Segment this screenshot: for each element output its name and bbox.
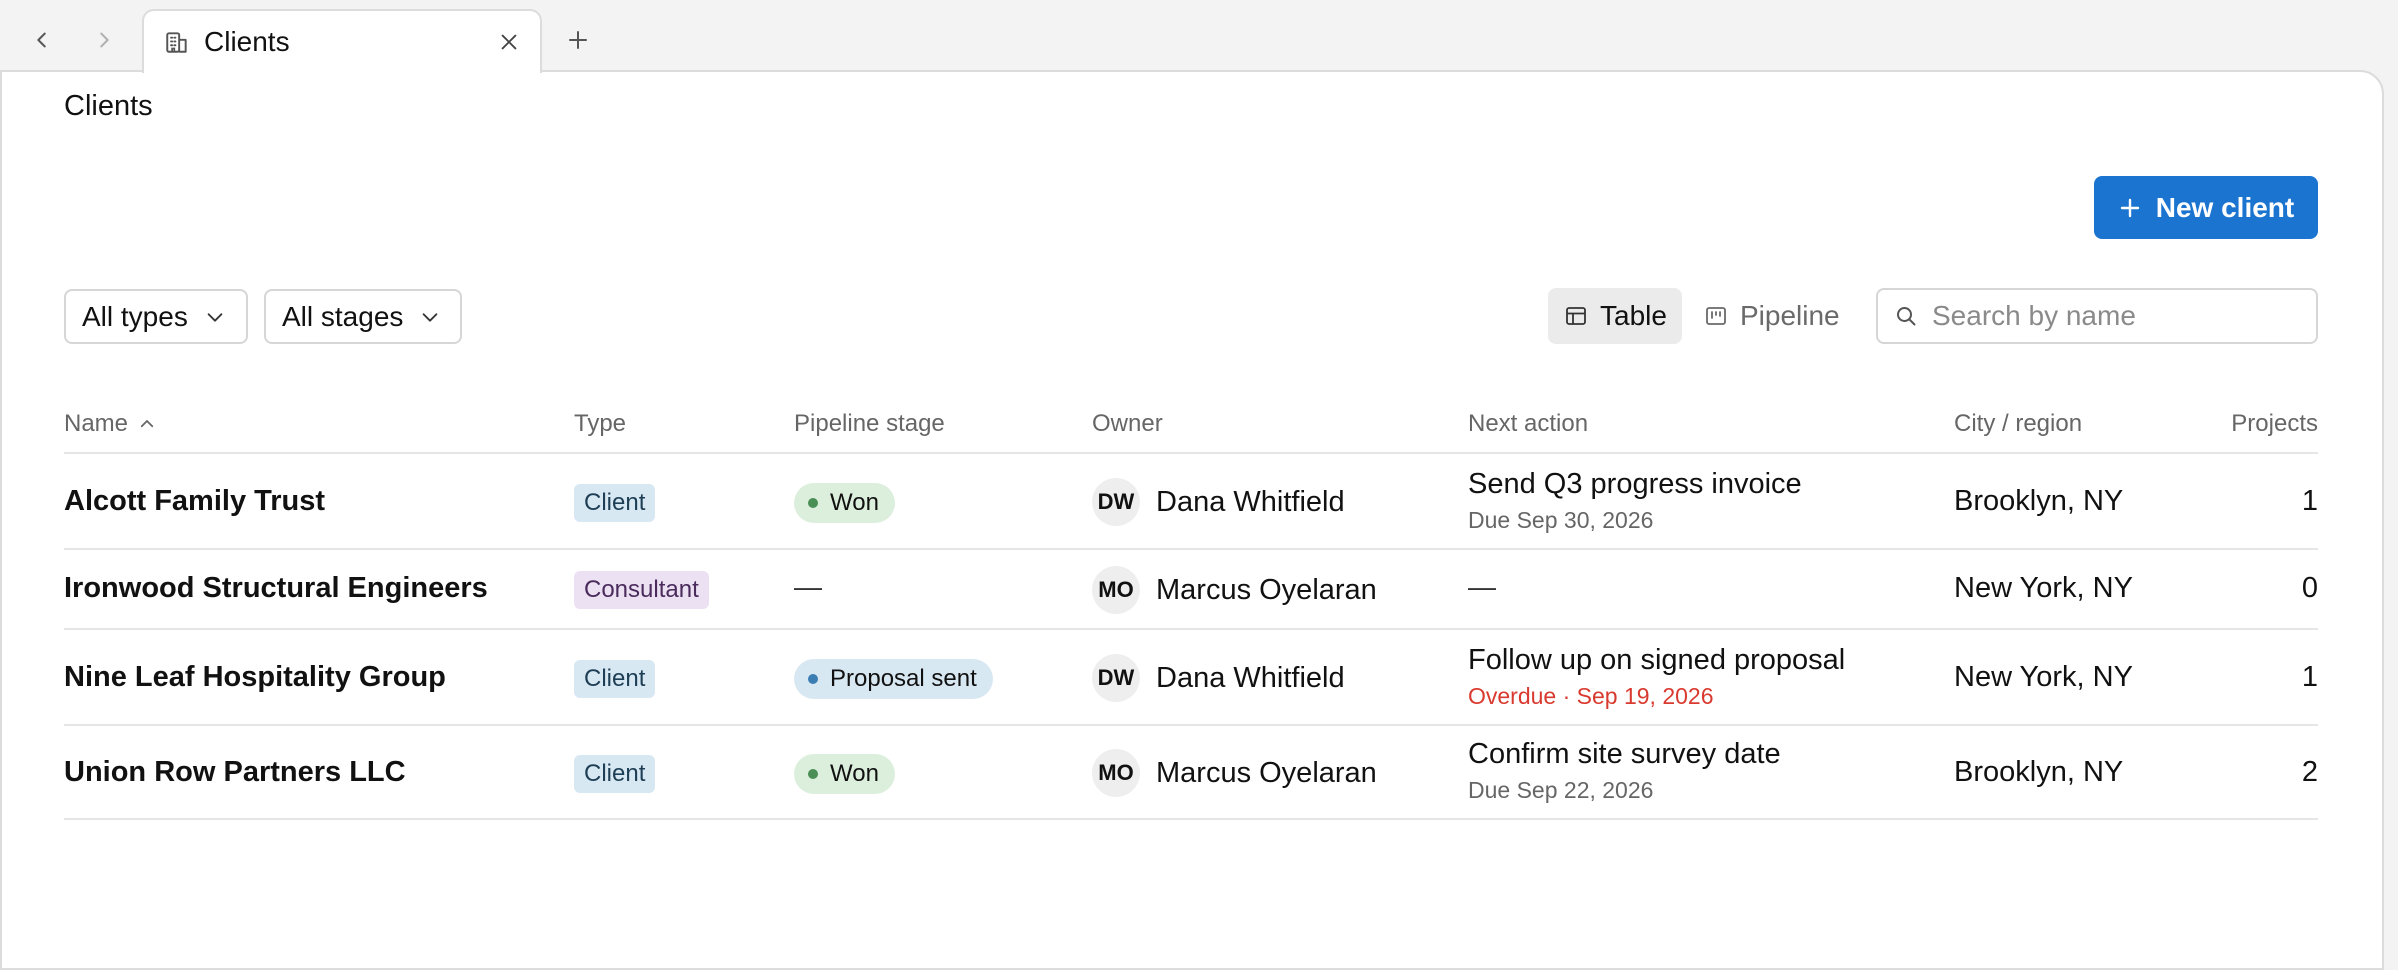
column-header-type[interactable]: Type <box>574 410 626 438</box>
stage-label: Proposal sent <box>830 665 977 692</box>
type-filter-dropdown[interactable]: All types <box>64 289 248 344</box>
city-region: Brooklyn, NY <box>1954 756 2124 788</box>
stage-pill: Won <box>794 483 895 523</box>
type-badge: Client <box>574 484 656 522</box>
next-action-title: Send Q3 progress invoice <box>1468 468 1802 500</box>
owner-name: Marcus Oyelaran <box>1156 573 1377 606</box>
status-dot <box>808 498 818 508</box>
column-header-name[interactable]: Name <box>64 410 156 438</box>
table-row[interactable]: Union Row Partners LLC Client Won MO Mar… <box>64 726 2318 820</box>
next-action-title: Follow up on signed proposal <box>1468 644 1846 676</box>
new-client-button[interactable]: New client <box>2094 176 2318 239</box>
close-tab-button[interactable] <box>494 27 524 57</box>
stage-filter-value: All stages <box>282 300 404 332</box>
chevron-right-icon <box>100 32 109 48</box>
column-header-projects[interactable]: Projects <box>2231 410 2318 438</box>
type-badge: Client <box>574 660 656 698</box>
stage-pill: Proposal sent <box>794 659 993 699</box>
city-region: New York, NY <box>1954 661 2133 693</box>
column-header-owner[interactable]: Owner <box>1092 410 1163 438</box>
type-badge: Consultant <box>574 571 709 609</box>
avatar: MO <box>1092 566 1140 614</box>
next-action-due: Due Sep 22, 2026 <box>1468 777 1654 803</box>
table-row[interactable]: Ironwood Structural Engineers Consultant… <box>64 550 2318 630</box>
table-header: Name Type Pipeline stage Owner Next acti… <box>64 398 2318 454</box>
next-action-title: — <box>1468 571 1496 602</box>
client-name[interactable]: Nine Leaf Hospitality Group <box>64 661 446 694</box>
new-tab-button[interactable] <box>556 18 600 62</box>
status-dot <box>808 769 818 779</box>
column-header-next-action[interactable]: Next action <box>1468 410 1588 438</box>
project-count: 1 <box>2301 661 2318 693</box>
project-count: 2 <box>2301 756 2318 788</box>
stage-label: Won <box>830 489 879 516</box>
breadcrumb: Clients <box>64 90 153 122</box>
chevron-up-icon <box>138 415 156 433</box>
table-icon <box>1564 304 1588 328</box>
stage-label: Won <box>830 760 879 787</box>
column-header-city[interactable]: City / region <box>1954 410 2082 438</box>
city-region: Brooklyn, NY <box>1954 485 2124 517</box>
column-name-label: Name <box>64 410 129 437</box>
next-action-title: Confirm site survey date <box>1468 738 1781 770</box>
project-count: 0 <box>2301 572 2318 604</box>
new-client-label: New client <box>2155 191 2295 223</box>
plus-icon <box>569 31 587 49</box>
building-icon <box>162 27 192 57</box>
owner-name: Marcus Oyelaran <box>1156 756 1377 789</box>
avatar: DW <box>1092 478 1140 526</box>
chevron-down-icon <box>419 306 441 328</box>
chevron-left-icon <box>37 32 46 48</box>
next-action-overdue: Overdue · Sep 19, 2026 <box>1468 683 1714 709</box>
city-region: New York, NY <box>1954 572 2133 604</box>
tab-clients[interactable]: Clients <box>142 9 542 73</box>
client-name[interactable]: Ironwood Structural Engineers <box>64 572 488 605</box>
search-box[interactable] <box>1876 288 2318 344</box>
plus-icon <box>2118 196 2142 220</box>
avatar: MO <box>1092 749 1140 797</box>
pipeline-view-button[interactable]: Pipeline <box>1688 288 1856 344</box>
stage-filter-dropdown[interactable]: All stages <box>264 289 462 344</box>
tab-title: Clients <box>204 26 290 57</box>
owner-name: Dana Whitfield <box>1156 661 1345 694</box>
table-view-label: Table <box>1600 300 1667 331</box>
owner-name: Dana Whitfield <box>1156 485 1345 518</box>
kanban-icon <box>1704 304 1728 328</box>
next-action-due: Due Sep 30, 2026 <box>1468 507 1654 533</box>
table-view-button[interactable]: Table <box>1548 288 1682 344</box>
view-toggle: Table Pipeline <box>1548 288 1856 344</box>
close-icon <box>501 34 517 50</box>
client-name[interactable]: Alcott Family Trust <box>64 485 325 518</box>
client-name[interactable]: Union Row Partners LLC <box>64 756 406 789</box>
column-header-stage[interactable]: Pipeline stage <box>794 410 945 438</box>
forward-button[interactable] <box>82 18 126 62</box>
avatar: DW <box>1092 654 1140 702</box>
type-filter-value: All types <box>82 300 188 332</box>
stage-empty: — <box>794 571 822 602</box>
table-row[interactable]: Nine Leaf Hospitality Group Client Propo… <box>64 630 2318 726</box>
clients-table: Name Type Pipeline stage Owner Next acti… <box>64 398 2318 820</box>
status-dot <box>808 674 818 684</box>
search-input[interactable] <box>1932 300 2292 332</box>
project-count: 1 <box>2301 485 2318 517</box>
tab-strip: Clients <box>0 0 2398 73</box>
search-icon <box>1894 304 1918 328</box>
chevron-down-icon <box>204 306 226 328</box>
type-badge: Client <box>574 755 656 793</box>
pipeline-view-label: Pipeline <box>1740 300 1840 331</box>
back-button[interactable] <box>20 18 64 62</box>
stage-pill: Won <box>794 754 895 794</box>
table-row[interactable]: Alcott Family Trust Client Won DW Dana W… <box>64 454 2318 550</box>
